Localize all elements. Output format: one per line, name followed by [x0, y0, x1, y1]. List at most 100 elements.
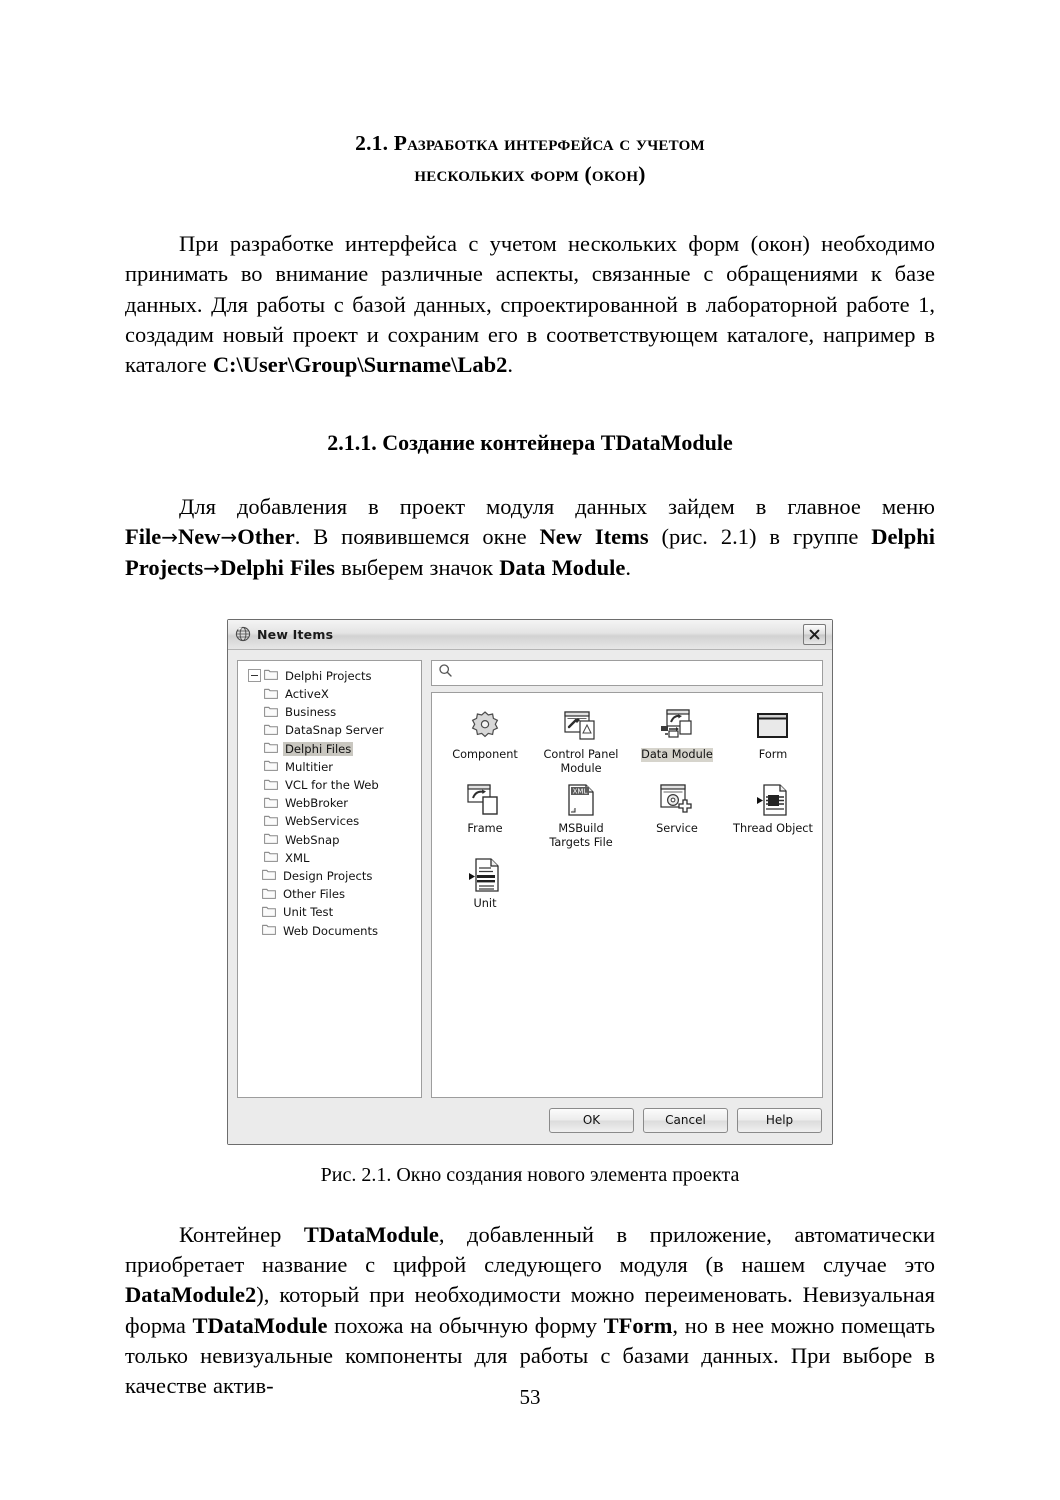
section-title-line-1: 2.1. Разработка интерфейса с учетом: [355, 131, 705, 155]
folder-icon: [264, 850, 278, 865]
folder-icon: [262, 868, 276, 883]
item-label: MSBuild Targets File: [549, 822, 613, 850]
search-icon: [438, 663, 453, 682]
tree-item-label: WebBroker: [285, 796, 349, 811]
item-frame[interactable]: Frame: [442, 779, 528, 850]
ok-button[interactable]: OK: [549, 1107, 634, 1133]
search-input[interactable]: [458, 665, 816, 680]
menu-text-5: .: [625, 554, 631, 580]
tree-item-label: WebServices: [285, 814, 360, 829]
folder-icon: [264, 796, 278, 811]
data-module-icon: [658, 708, 696, 744]
tree-item-webbroker[interactable]: WebBroker: [244, 794, 417, 812]
folder-icon: [264, 741, 278, 756]
folder-icon: [262, 905, 276, 920]
folder-icon: [264, 687, 278, 702]
tree-root: Delphi Projects ActiveX Business DataSnap S…: [244, 667, 417, 940]
item-label: Frame: [467, 822, 503, 836]
item-label: Data Module: [641, 747, 713, 762]
paragraph-menu-path: Для добавления в проект модуля данных за…: [125, 492, 935, 583]
tree-item-websnap[interactable]: WebSnap: [244, 831, 417, 849]
paragraph-intro-tail: .: [507, 352, 514, 378]
tree-item-other-files[interactable]: Other Files: [244, 885, 417, 903]
paragraph-intro: При разработке интерфейса с учетом неско…: [125, 229, 935, 380]
item-msbuild-targets-file[interactable]: XML MSBuild Targets File: [538, 779, 624, 850]
figure-new-items: New Items Delphi Projects ActiveX Business…: [125, 618, 935, 1145]
page-number: 53: [519, 1385, 541, 1409]
items-panel[interactable]: Component Control Panel Module Data Module…: [431, 691, 823, 1098]
tree-item-delphi-projects[interactable]: Delphi Projects: [244, 667, 417, 685]
item-thread-object[interactable]: Thread Object: [730, 779, 816, 850]
folder-icon: [262, 923, 276, 938]
item-control-panel-module[interactable]: Control Panel Module: [538, 705, 624, 776]
section-title-line-2: нескольких форм (окон): [414, 161, 646, 186]
tree-item-label: ActiveX: [285, 687, 329, 702]
tree-item-vcl-for-the-web[interactable]: VCL for the Web: [244, 776, 417, 794]
category-tree[interactable]: Delphi Projects ActiveX Business DataSnap S…: [237, 659, 422, 1098]
tree-item-xml[interactable]: XML: [244, 849, 417, 867]
arrow-icon-3: →: [203, 555, 221, 580]
tree-item-datasnap-server[interactable]: DataSnap Server: [244, 721, 417, 739]
control-panel-icon: [562, 708, 600, 744]
tree-item-design-projects[interactable]: Design Projects: [244, 867, 417, 885]
menu-file: File: [125, 524, 162, 550]
thread-object-icon: [754, 782, 792, 818]
figure-caption: Рис. 2.1. Окно создания нового элемента …: [320, 1163, 740, 1186]
form-icon: [754, 708, 792, 744]
tree-item-label: WebSnap: [285, 832, 340, 847]
menu-text-2: . В появившемся окне: [294, 524, 540, 550]
item-label: Thread Object: [733, 822, 813, 836]
items-area: Component Control Panel Module Data Module…: [431, 659, 823, 1098]
item-unit[interactable]: Unit: [442, 854, 528, 911]
close-icon[interactable]: [803, 623, 826, 645]
dialog-title: New Items: [257, 626, 334, 642]
folder-icon: [264, 705, 278, 720]
tree-item-label: Business: [285, 705, 337, 720]
tree-item-label: Multitier: [285, 759, 334, 774]
dialog-titlebar: New Items: [228, 619, 832, 650]
new-items-dialog: New Items Delphi Projects ActiveX Business…: [227, 618, 833, 1145]
arrow-icon-2: →: [220, 525, 238, 550]
gear-icon: [466, 708, 504, 744]
tree-item-multitier[interactable]: Multitier: [244, 758, 417, 776]
tree-item-webservices[interactable]: WebServices: [244, 812, 417, 830]
p3-datamodule2: DataModule2: [125, 1282, 257, 1308]
tree-item-label: DataSnap Server: [285, 723, 384, 738]
search-box[interactable]: [431, 659, 823, 686]
menu-data-module: Data Module: [499, 554, 626, 580]
item-data-module[interactable]: Data Module: [634, 705, 720, 776]
help-button[interactable]: Help: [737, 1107, 822, 1133]
menu-text-4: выберем значок: [334, 554, 500, 580]
menu-text-3: (рис. 2.1) в группе: [648, 524, 872, 550]
item-label: Form: [758, 747, 788, 761]
p3-tform: TForm: [603, 1312, 673, 1338]
tree-item-activex[interactable]: ActiveX: [244, 685, 417, 703]
tree-item-label: VCL for the Web: [285, 778, 379, 793]
tree-item-web-documents[interactable]: Web Documents: [244, 921, 417, 939]
tree-item-business[interactable]: Business: [244, 703, 417, 721]
xml-file-icon: XML: [562, 782, 600, 818]
tree-item-label: Design Projects: [283, 868, 373, 883]
item-component[interactable]: Component: [442, 705, 528, 776]
cancel-button[interactable]: Cancel: [643, 1107, 728, 1133]
frame-icon: [466, 782, 504, 818]
menu-new-items: New Items: [539, 524, 649, 550]
item-service[interactable]: Service: [634, 779, 720, 850]
section-title: 2.1. Разработка интерфейса с учетом неск…: [125, 128, 935, 189]
folder-icon: [262, 887, 276, 902]
item-label: Control Panel Module: [543, 747, 619, 775]
p3-tdatamodule-2: TDataModule: [192, 1312, 328, 1338]
tree-item-delphi-files[interactable]: Delphi Files: [244, 740, 417, 758]
document-page: 2.1. Разработка интерфейса с учетом неск…: [0, 0, 1060, 1500]
item-form[interactable]: Form: [730, 705, 816, 776]
path-lab2: C:\User\Group\Surname\Lab2: [212, 352, 508, 378]
p3-text-4: похожа на обычную форму: [327, 1312, 604, 1338]
menu-delphi-files: Delphi Files: [220, 554, 335, 580]
collapse-icon[interactable]: [248, 669, 261, 683]
arrow-icon-1: →: [161, 525, 178, 550]
tree-item-unit-test[interactable]: Unit Test: [244, 903, 417, 921]
tree-item-label: Other Files: [283, 887, 346, 902]
tree-item-label: Delphi Projects: [285, 668, 372, 683]
paragraph-tdatamodule: Контейнер TDataModule, добавленный в при…: [125, 1220, 935, 1402]
globe-icon: [235, 626, 251, 642]
